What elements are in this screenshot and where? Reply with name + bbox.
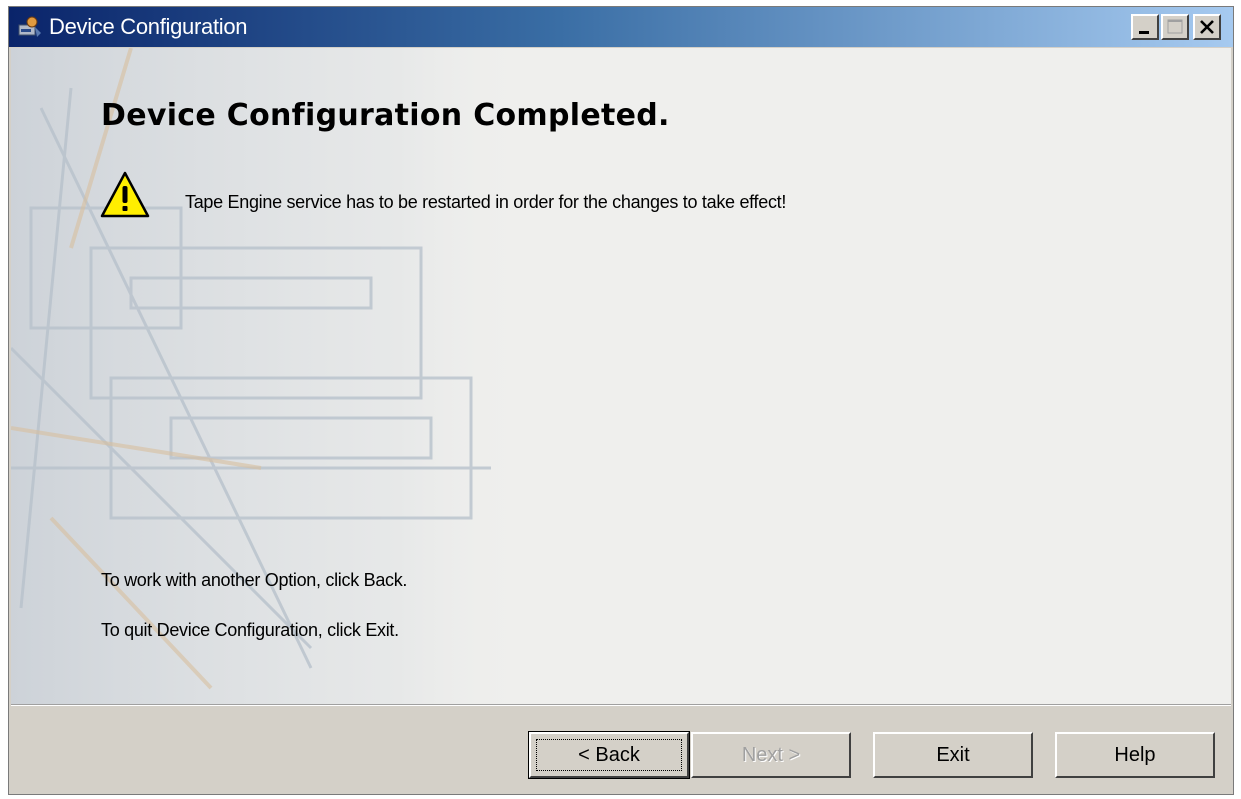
maximize-button[interactable]: [1161, 14, 1189, 40]
next-button[interactable]: Next >: [691, 732, 851, 778]
maximize-icon: [1167, 19, 1183, 34]
next-button-label: Next >: [741, 743, 801, 766]
help-button-label: Help: [1114, 743, 1156, 766]
wizard-button-bar: < Back Next > Exit Help: [11, 706, 1231, 792]
background-illustration: [11, 48, 531, 704]
exit-button[interactable]: Exit: [873, 732, 1033, 778]
device-config-app-icon: [18, 16, 41, 37]
warning-triangle-icon: [100, 171, 150, 218]
warning-message: Tape Engine service has to be restarted …: [185, 192, 787, 212]
device-configuration-window: Device Configuration Device Configuratio…: [8, 6, 1234, 795]
back-hint-text: To work with another Option, click Back.: [101, 570, 408, 590]
help-button[interactable]: Help: [1055, 732, 1215, 778]
back-button-label: < Back: [578, 743, 640, 766]
title-bar[interactable]: Device Configuration: [9, 7, 1233, 47]
close-icon: [1200, 20, 1214, 34]
wizard-content: Device Configuration Completed. Tape Eng…: [11, 48, 1231, 704]
minimize-icon: [1139, 31, 1149, 34]
back-button[interactable]: < Back: [528, 731, 690, 779]
window-title: Device Configuration: [49, 14, 248, 39]
close-button[interactable]: [1193, 14, 1221, 40]
exit-button-label: Exit: [936, 743, 970, 766]
page-heading: Device Configuration Completed.: [101, 98, 670, 133]
minimize-button[interactable]: [1131, 14, 1159, 40]
exit-hint-text: To quit Device Configuration, click Exit…: [101, 620, 399, 640]
